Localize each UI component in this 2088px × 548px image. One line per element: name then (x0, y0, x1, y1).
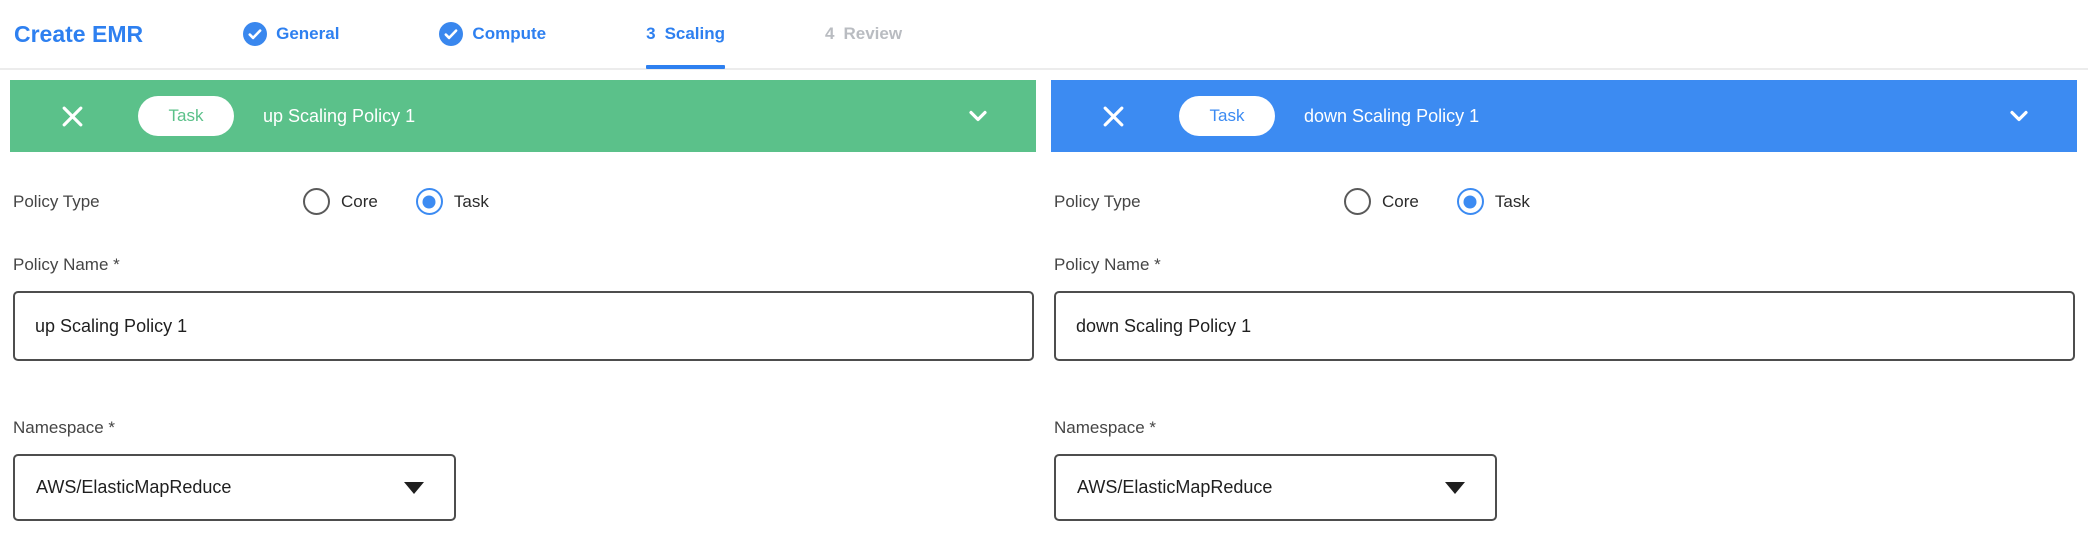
radio-option-core[interactable]: Core (303, 188, 378, 215)
policy-name-input[interactable] (1054, 291, 2075, 361)
radio-circle-icon[interactable] (1344, 188, 1371, 215)
namespace-selected-value: AWS/ElasticMapReduce (36, 477, 231, 498)
namespace-label: Namespace * (1054, 418, 2075, 438)
wizard-stepper: General Compute 3 Scaling 4 Review (243, 0, 902, 68)
policy-type-radio-group: Core Task (1344, 188, 1530, 215)
policy-name-label: Policy Name * (1054, 255, 2075, 275)
policy-card-title: down Scaling Policy 1 (1304, 106, 1479, 127)
namespace-label: Namespace * (13, 418, 1034, 438)
radio-label: Core (341, 192, 378, 212)
policy-name-label: Policy Name * (13, 255, 1034, 275)
policy-card-body: Policy Type Core Task Policy Name * Name… (1051, 188, 2077, 521)
check-circle-icon (243, 22, 267, 46)
namespace-selected-value: AWS/ElasticMapReduce (1077, 477, 1272, 498)
radio-option-task[interactable]: Task (1457, 188, 1530, 215)
step-scaling[interactable]: 3 Scaling (646, 0, 725, 68)
step-general[interactable]: General (243, 0, 339, 68)
namespace-select[interactable]: AWS/ElasticMapReduce (13, 454, 456, 521)
task-badge: Task (1179, 96, 1275, 136)
close-icon[interactable] (1101, 104, 1126, 129)
wizard-header: Create EMR General Compute 3 Scaling 4 R… (0, 0, 2088, 70)
radio-label: Task (454, 192, 489, 212)
caret-down-icon (1445, 482, 1465, 494)
policy-type-label: Policy Type (13, 192, 303, 212)
policy-type-label: Policy Type (1054, 192, 1344, 212)
radio-circle-icon[interactable] (416, 188, 443, 215)
caret-down-icon (404, 482, 424, 494)
radio-circle-icon[interactable] (303, 188, 330, 215)
scaling-policy-card-down: Task down Scaling Policy 1 Policy Type C… (1051, 80, 2077, 521)
policy-type-row: Policy Type Core Task (1054, 188, 2075, 215)
namespace-select[interactable]: AWS/ElasticMapReduce (1054, 454, 1497, 521)
close-icon[interactable] (60, 104, 85, 129)
step-number: 4 (825, 24, 834, 44)
policy-card-header[interactable]: Task up Scaling Policy 1 (10, 80, 1036, 152)
scaling-policy-card-up: Task up Scaling Policy 1 Policy Type Cor… (10, 80, 1036, 521)
check-circle-icon (439, 22, 463, 46)
scaling-policies: Task up Scaling Policy 1 Policy Type Cor… (10, 80, 2077, 521)
step-label: Compute (472, 24, 546, 44)
step-number: 3 (646, 24, 655, 44)
step-label: General (276, 24, 339, 44)
policy-card-header[interactable]: Task down Scaling Policy 1 (1051, 80, 2077, 152)
step-label: Scaling (665, 24, 725, 44)
policy-type-radio-group: Core Task (303, 188, 489, 215)
step-review[interactable]: 4 Review (825, 0, 902, 68)
policy-name-input[interactable] (13, 291, 1034, 361)
radio-circle-icon[interactable] (1457, 188, 1484, 215)
step-label: Review (844, 24, 903, 44)
task-badge: Task (138, 96, 234, 136)
policy-type-row: Policy Type Core Task (13, 188, 1034, 215)
radio-option-core[interactable]: Core (1344, 188, 1419, 215)
step-compute[interactable]: Compute (439, 0, 546, 68)
radio-option-task[interactable]: Task (416, 188, 489, 215)
radio-label: Task (1495, 192, 1530, 212)
chevron-down-icon[interactable] (964, 102, 992, 130)
page-title: Create EMR (14, 21, 143, 48)
policy-card-body: Policy Type Core Task Policy Name * Name… (10, 188, 1036, 521)
radio-label: Core (1382, 192, 1419, 212)
chevron-down-icon[interactable] (2005, 102, 2033, 130)
policy-card-title: up Scaling Policy 1 (263, 106, 415, 127)
